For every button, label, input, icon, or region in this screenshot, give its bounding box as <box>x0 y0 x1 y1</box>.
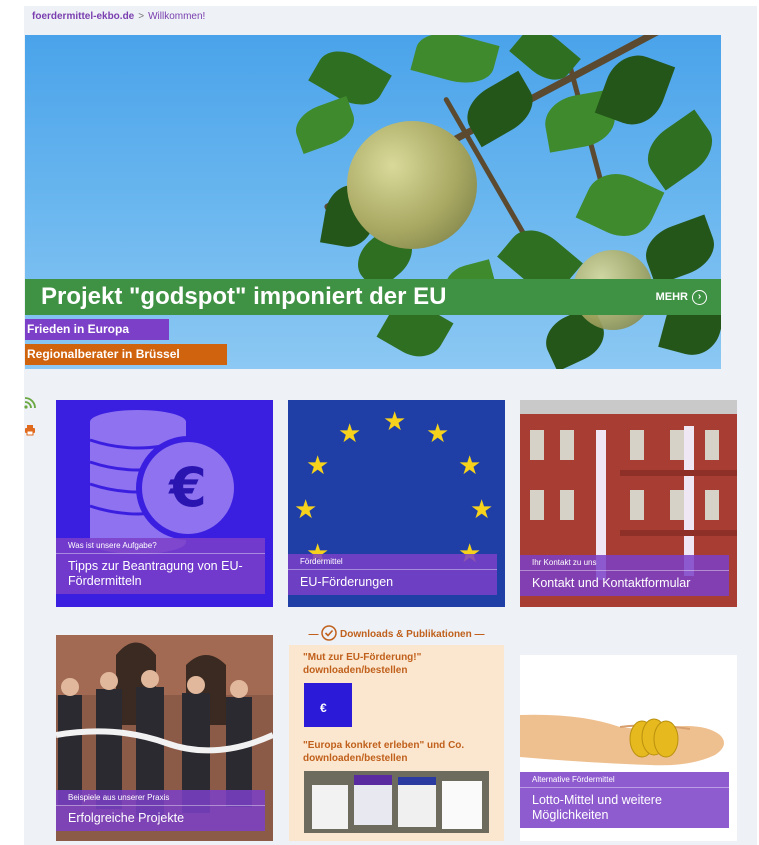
breadcrumb-home-link[interactable]: foerdermittel-ekbo.de <box>32 11 134 22</box>
tile-kicker: Beispiele aus unserer Praxis <box>56 790 265 806</box>
tile-lotto-mittel[interactable]: Alternative Fördermittel Lotto-Mittel un… <box>520 635 737 841</box>
tile-tipps[interactable]: € Was ist unsere Aufgabe? Tipps zur Bean… <box>56 400 273 607</box>
star-icon: ★ <box>458 450 482 480</box>
rss-icon[interactable] <box>24 397 36 409</box>
tile-caption[interactable]: Fördermittel EU-Förderungen <box>288 554 497 595</box>
dash-right: — <box>471 629 485 640</box>
publication-cover <box>398 777 436 827</box>
tile-title[interactable]: Erfolgreiche Projekte <box>56 806 265 831</box>
star-icon: ★ <box>294 494 318 524</box>
chevron-right-icon: › <box>692 289 707 305</box>
dash-left: — <box>308 629 322 640</box>
leaf <box>638 214 721 286</box>
tile-caption[interactable]: Alternative Fördermittel Lotto-Mittel un… <box>520 772 729 828</box>
tile-caption[interactable]: Was ist unsere Aufgabe? Tipps zur Beantr… <box>56 538 265 594</box>
tile-title[interactable]: EU-Förderungen <box>288 570 497 595</box>
tile-erfolgreiche-projekte[interactable]: Beispiele aus unserer Praxis Erfolgreich… <box>56 635 273 841</box>
publications-photo[interactable] <box>304 771 489 833</box>
hero-headline[interactable]: Projekt "godspot" imponiert der EU MEHR … <box>25 279 721 315</box>
breadcrumb-current: Willkommen! <box>148 11 206 22</box>
hero-title-text[interactable]: Projekt "godspot" imponiert der EU <box>41 283 446 310</box>
download-link-europa-konkret[interactable]: "Europa konkret erleben" und Co. downloa… <box>289 735 504 769</box>
star-icon: ★ <box>383 406 407 436</box>
check-circle-icon <box>321 625 338 641</box>
leaf <box>636 109 721 191</box>
tile-kicker: Fördermittel <box>288 554 497 570</box>
svg-text:€: € <box>167 456 207 519</box>
leaf <box>289 95 361 155</box>
tile-kontakt[interactable]: Ihr Kontakt zu uns Kontakt und Kontaktfo… <box>520 400 737 607</box>
publication-cover <box>442 781 482 829</box>
star-icon: ★ <box>470 494 494 524</box>
download-link-mut-zur-eu[interactable]: "Mut zur EU-Förderung!" downloaden/beste… <box>289 645 504 681</box>
hero-tag-frieden[interactable]: Frieden in Europa <box>25 319 169 340</box>
tile-caption[interactable]: Ihr Kontakt zu uns Kontakt und Kontaktfo… <box>520 555 729 596</box>
print-icon[interactable] <box>24 424 36 436</box>
side-icons <box>24 396 36 436</box>
hero-more-link[interactable]: MEHR › <box>656 279 707 315</box>
tile-kicker: Ihr Kontakt zu uns <box>520 555 729 571</box>
apple-image <box>347 121 477 249</box>
star-icon: ★ <box>306 450 330 480</box>
downloads-heading-text: Downloads & Publikationen <box>340 629 472 640</box>
tile-title[interactable]: Lotto-Mittel und weitere Möglichkeiten <box>520 788 729 828</box>
tile-caption[interactable]: Beispiele aus unserer Praxis Erfolgreich… <box>56 790 265 831</box>
tile-title[interactable]: Tipps zur Beantragung von EU-Fördermitte… <box>56 554 265 594</box>
brochure-thumbnail[interactable]: € <box>304 683 352 727</box>
leaf <box>575 163 665 247</box>
tile-title[interactable]: Kontakt und Kontaktformular <box>520 571 729 596</box>
tile-kicker: Alternative Fördermittel <box>520 772 729 788</box>
breadcrumb: foerdermittel-ekbo.de > Willkommen! <box>32 11 205 22</box>
hero-slider[interactable]: Projekt "godspot" imponiert der EU MEHR … <box>25 35 721 369</box>
leaf <box>410 35 500 91</box>
downloads-box: "Mut zur EU-Förderung!" downloaden/beste… <box>289 645 504 841</box>
publication-cover <box>312 785 348 829</box>
tile-kicker: Was ist unsere Aufgabe? <box>56 538 265 554</box>
euro-icon: € <box>320 701 327 715</box>
star-icon: ★ <box>426 418 450 448</box>
breadcrumb-separator: > <box>138 11 145 22</box>
tile-eu-foerderungen[interactable]: ★ ★ ★ ★ ★ ★ ★ ★ ★ Fördermittel EU-Förder… <box>288 400 505 607</box>
publication-cover <box>354 775 392 825</box>
hero-more-label: MEHR <box>655 291 688 303</box>
downloads-heading: — Downloads & Publikationen — <box>289 625 504 645</box>
hero-tag-regionalberater[interactable]: Regionalberater in Brüssel <box>25 344 227 365</box>
star-icon: ★ <box>338 418 362 448</box>
